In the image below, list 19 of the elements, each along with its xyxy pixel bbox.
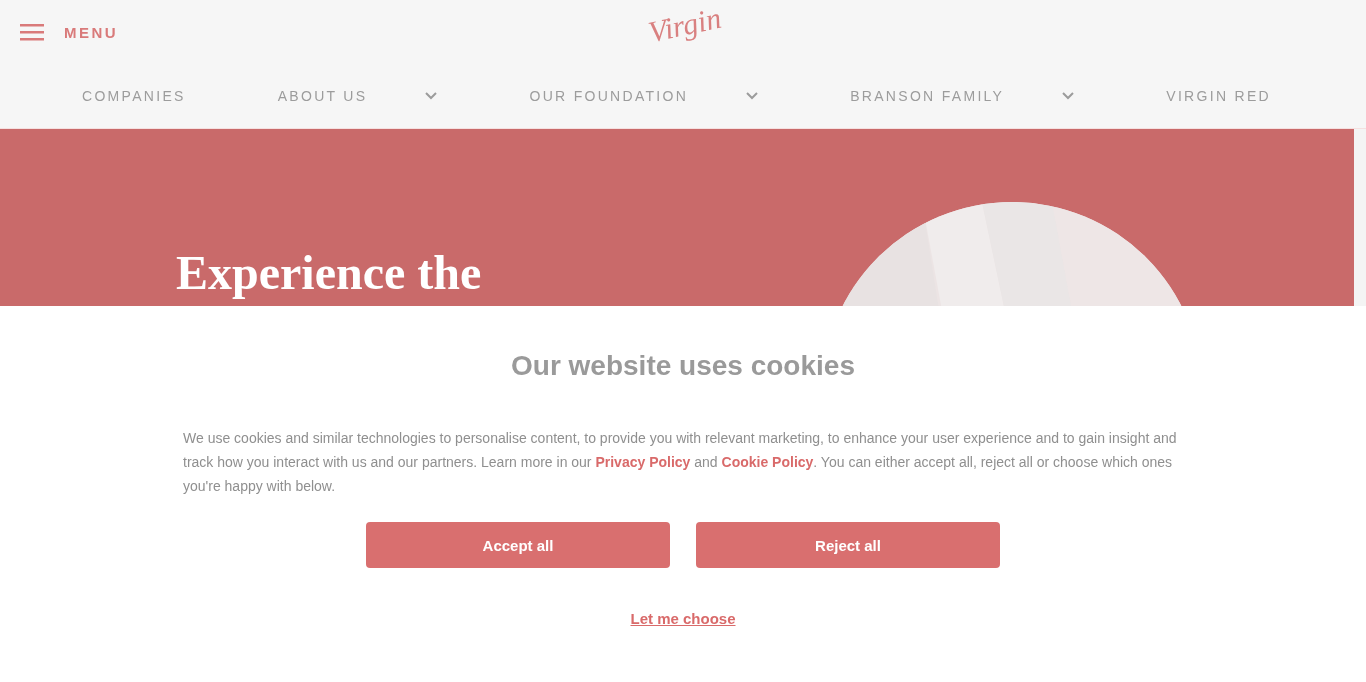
menu-icon bbox=[20, 23, 44, 41]
policy-link[interactable]: Cookie Policy bbox=[721, 454, 814, 470]
hero-heading: Experience the bbox=[176, 247, 482, 300]
cookie-description: We use cookies and similar technologies to personalise content, to provide you with relevant marketing, to enhance your user experience and to gain insight and track how you interact with us and our partners. Learn more in our Privacy Policy and Cookie Policy. You can either accept all, reject all or choose which ones you're happy with below. bbox=[183, 429, 1178, 496]
dialog-title: Our website uses cookies bbox=[511, 350, 855, 382]
chevron-down-icon bbox=[425, 92, 438, 100]
nav-link[interactable]: ABOUT US bbox=[277, 88, 438, 104]
nav-link[interactable]: OUR FOUNDATION bbox=[529, 88, 759, 104]
menu-button[interactable]: MENU bbox=[20, 23, 119, 41]
logo[interactable]: Virgin bbox=[645, 0, 725, 50]
nav-link[interactable]: VIRGIN RED bbox=[1166, 88, 1271, 104]
policy-link[interactable]: Privacy Policy bbox=[595, 454, 691, 470]
chevron-down-icon bbox=[746, 92, 759, 100]
accept-all-button[interactable]: Accept all bbox=[366, 522, 670, 568]
nav-link[interactable]: COMPANIES bbox=[82, 88, 186, 104]
reject-all-button[interactable]: Reject all bbox=[696, 522, 1000, 568]
nav-link[interactable]: BRANSON FAMILY bbox=[850, 88, 1075, 104]
chevron-down-icon bbox=[1062, 92, 1075, 100]
let-me-choose-link[interactable]: Let me choose bbox=[630, 610, 736, 627]
